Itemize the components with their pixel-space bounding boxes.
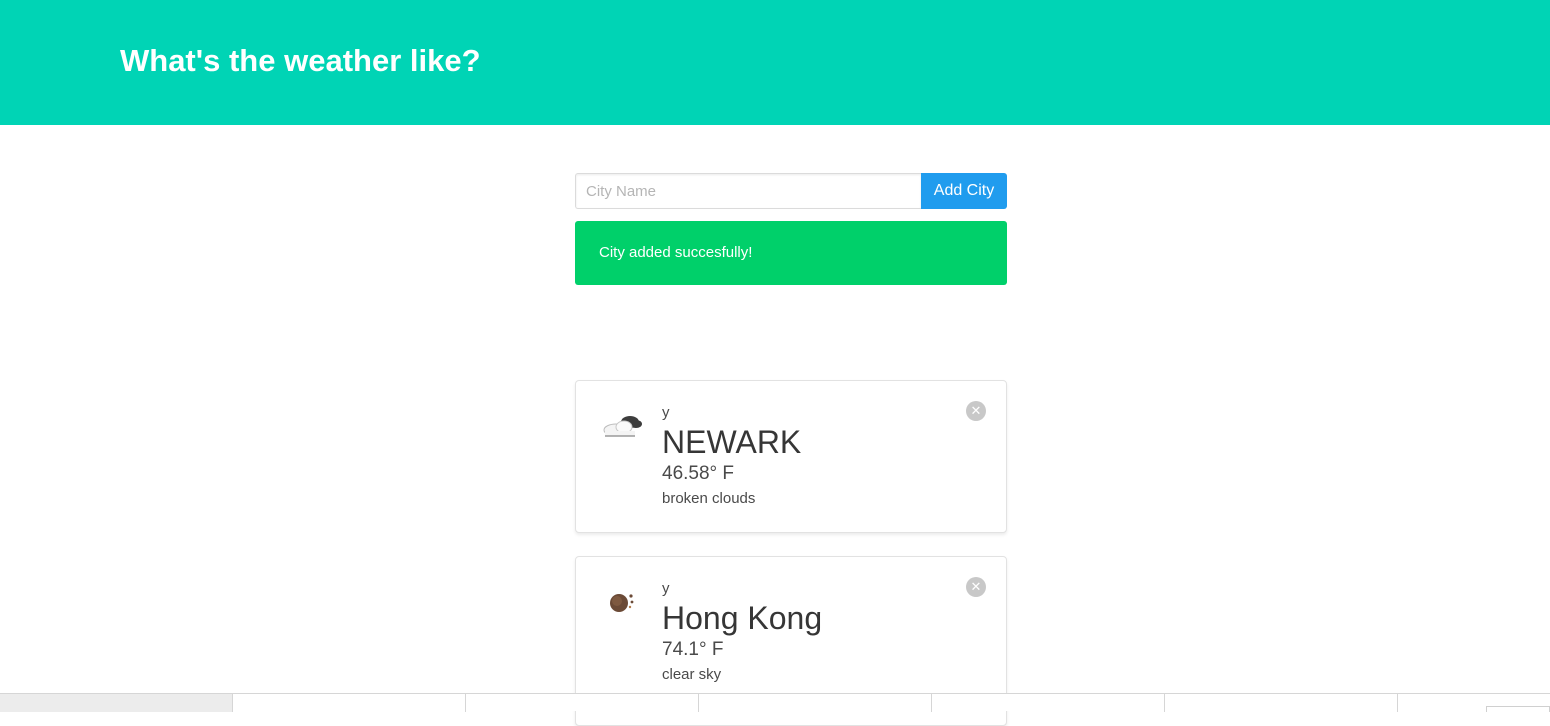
- success-notification: City added succesfully!: [575, 221, 1007, 285]
- header-banner: What's the weather like?: [0, 0, 1550, 125]
- taskbar-tab[interactable]: [0, 694, 233, 712]
- broken-clouds-icon: [603, 416, 642, 437]
- delete-city-button[interactable]: ✕: [966, 401, 986, 421]
- add-city-form: Add City: [575, 173, 1007, 209]
- city-info: y NEWARK 46.58° F broken clouds: [662, 403, 801, 511]
- weather-description: broken clouds: [662, 490, 756, 507]
- taskbar-tab[interactable]: [233, 694, 466, 712]
- bottom-taskbar: [0, 693, 1550, 712]
- city-info: y Hong Kong 74.1° F clear sky: [662, 579, 822, 687]
- city-prefix: y: [662, 580, 670, 597]
- taskbar-tab[interactable]: [466, 694, 699, 712]
- page-title: What's the weather like?: [120, 43, 481, 78]
- city-name: Hong Kong: [662, 600, 823, 636]
- delete-city-button[interactable]: ✕: [966, 577, 986, 597]
- taskbar-tab[interactable]: [1165, 694, 1398, 712]
- city-name-input[interactable]: [575, 173, 921, 209]
- city-temperature: 46.58° F: [662, 463, 735, 484]
- add-city-button[interactable]: Add City: [921, 173, 1007, 209]
- city-temperature: 74.1° F: [662, 639, 724, 660]
- taskbar-tab[interactable]: [699, 694, 932, 712]
- taskbar-corner: [1486, 706, 1550, 712]
- clear-sky-icon: [610, 594, 634, 612]
- weather-description: clear sky: [662, 666, 722, 683]
- city-name: NEWARK: [662, 424, 802, 460]
- notification-message: City added succesfully!: [599, 244, 753, 261]
- city-prefix: y: [662, 404, 670, 421]
- city-card: y NEWARK 46.58° F broken clouds ✕: [575, 380, 1007, 533]
- taskbar-tab[interactable]: [932, 694, 1165, 712]
